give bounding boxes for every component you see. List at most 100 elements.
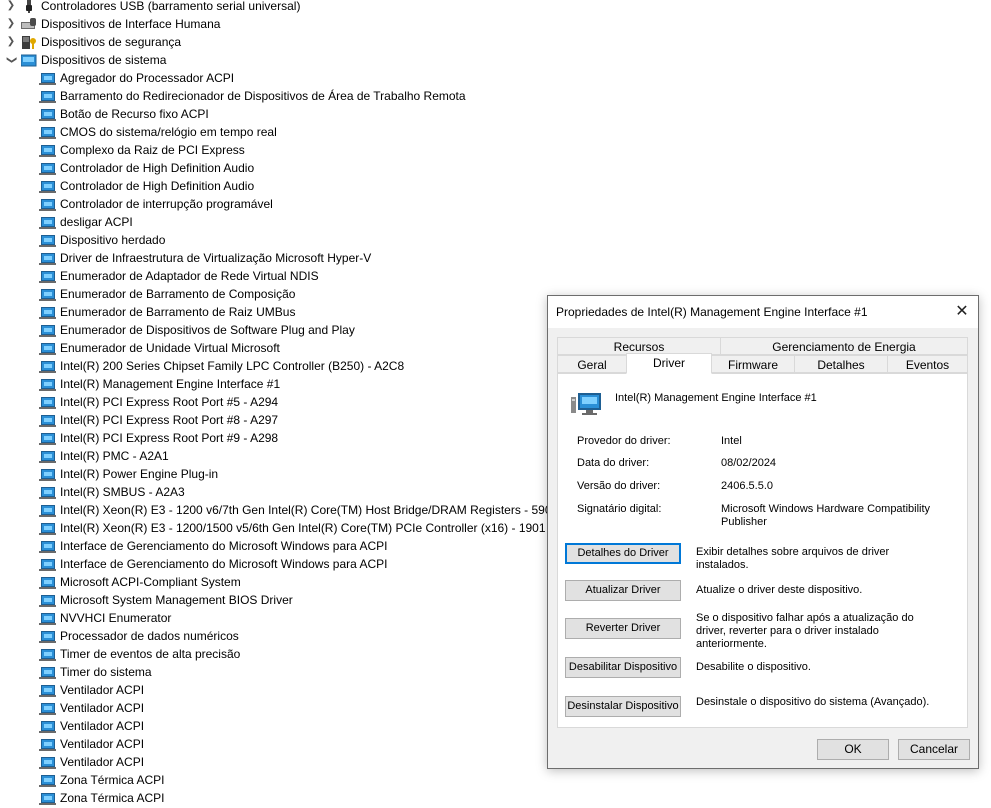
tree-category-label: Dispositivos de Interface Humana — [41, 17, 221, 31]
update-driver-button[interactable]: Atualizar Driver — [565, 580, 681, 601]
device-label: Ventilador ACPI — [60, 755, 145, 769]
disable-device-desc: Desabilite o dispositivo. — [696, 661, 811, 673]
system-device-icon — [39, 72, 56, 85]
system-device-icon — [39, 738, 56, 751]
system-device-icon — [39, 342, 56, 355]
device-label: Intel(R) PMC - A2A1 — [60, 449, 169, 463]
system-device-icon — [39, 450, 56, 463]
tree-category-label: Controladores USB (barramento serial uni… — [41, 0, 301, 13]
system-device-icon — [39, 198, 56, 211]
system-device-icon — [39, 306, 56, 319]
device-label: Intel(R) Xeon(R) E3 - 1200 v6/7th Gen In… — [60, 503, 559, 517]
dialog-titlebar[interactable]: Propriedades de Intel(R) Management Engi… — [548, 296, 978, 328]
system-device-icon — [39, 522, 56, 535]
tree-category-label: Dispositivos de segurança — [41, 35, 182, 49]
device-list-item[interactable]: Zona Térmica ACPI — [0, 789, 991, 807]
rollback-driver-desc: Se o dispositivo falhar após a atualizaç… — [696, 612, 914, 650]
system-device-icon — [39, 90, 56, 103]
system-device-icon — [39, 414, 56, 427]
device-list-item[interactable]: Enumerador de Adaptador de Rede Virtual … — [0, 267, 991, 285]
system-device-icon — [39, 270, 56, 283]
device-list-item[interactable]: desligar ACPI — [0, 213, 991, 231]
device-list-item[interactable]: Controlador de High Definition Audio — [0, 177, 991, 195]
chevron-down-icon[interactable]: ❯ — [2, 55, 20, 65]
provider-label: Provedor do driver: — [577, 435, 671, 447]
device-list-item[interactable]: Driver de Infraestrutura de Virtualizaçã… — [0, 249, 991, 267]
device-label: Timer do sistema — [60, 665, 152, 679]
tree-category-hid[interactable]: ❯ Dispositivos de Interface Humana — [0, 15, 991, 33]
tree-category-usb[interactable]: ❯ Controladores USB (barramento serial u… — [0, 0, 991, 15]
device-label: Intel(R) PCI Express Root Port #5 - A294 — [60, 395, 279, 409]
chevron-right-icon[interactable]: ❯ — [6, 33, 16, 51]
device-list-item[interactable]: Controlador de interrupção programável — [0, 195, 991, 213]
tab-driver[interactable]: Driver — [626, 353, 712, 374]
chevron-right-icon[interactable]: ❯ — [6, 15, 16, 33]
system-device-icon — [39, 792, 56, 805]
version-label: Versão do driver: — [577, 480, 661, 492]
system-device-icon — [39, 684, 56, 697]
device-list-item[interactable]: Complexo da Raiz de PCI Express — [0, 141, 991, 159]
driver-details-desc: Exibir detalhes sobre arquivos de driver… — [696, 546, 890, 571]
system-device-icon — [39, 162, 56, 175]
device-label: Barramento do Redirecionador de Disposit… — [60, 89, 466, 103]
device-label: Dispositivo herdado — [60, 233, 166, 247]
system-device-icon — [39, 324, 56, 337]
tab-firmware[interactable]: Firmware — [711, 355, 795, 373]
device-label: Agregador do Processador ACPI — [60, 71, 235, 85]
device-list-item[interactable]: Controlador de High Definition Audio — [0, 159, 991, 177]
system-device-icon — [39, 612, 56, 625]
uninstall-device-button[interactable]: Desinstalar Dispositivo — [565, 696, 681, 717]
ok-button[interactable]: OK — [817, 739, 889, 760]
device-label: Enumerador de Barramento de Composição — [60, 287, 296, 301]
device-label: Ventilador ACPI — [60, 737, 145, 751]
device-list-item[interactable]: Zona Térmica ACPI — [0, 771, 991, 789]
device-list-item[interactable]: Dispositivo herdado — [0, 231, 991, 249]
system-device-icon — [39, 594, 56, 607]
cancel-button[interactable]: Cancelar — [898, 739, 970, 760]
device-list-item[interactable]: Barramento do Redirecionador de Disposit… — [0, 87, 991, 105]
device-label: Processador de dados numéricos — [60, 629, 239, 643]
device-label: Controlador de High Definition Audio — [60, 179, 255, 193]
system-device-icon — [39, 144, 56, 157]
tree-category-system[interactable]: ❯ Dispositivos de sistema — [0, 51, 991, 69]
tab-eventos[interactable]: Eventos — [887, 355, 968, 373]
tab-gerenciamento-energia[interactable]: Gerenciamento de Energia — [720, 337, 968, 355]
device-label: Controlador de High Definition Audio — [60, 161, 255, 175]
system-device-icon — [39, 180, 56, 193]
uninstall-device-desc: Desinstale o dispositivo do sistema (Ava… — [696, 696, 930, 708]
device-label: Botão de Recurso fixo ACPI — [60, 107, 209, 121]
chevron-right-icon[interactable]: ❯ — [6, 0, 16, 15]
date-value: 08/02/2024 — [721, 457, 777, 469]
signer-label: Signatário digital: — [577, 503, 662, 515]
tree-category-security[interactable]: ❯ Dispositivos de segurança — [0, 33, 991, 51]
device-label: Driver de Infraestrutura de Virtualizaçã… — [60, 251, 372, 265]
driver-details-button[interactable]: Detalhes do Driver — [565, 543, 681, 564]
device-label: Microsoft System Management BIOS Driver — [60, 593, 293, 607]
device-list-item[interactable]: Agregador do Processador ACPI — [0, 69, 991, 87]
device-label: Interface de Gerenciamento do Microsoft … — [60, 539, 388, 553]
system-device-icon — [39, 666, 56, 679]
tab-detalhes[interactable]: Detalhes — [794, 355, 888, 373]
disable-device-button[interactable]: Desabilitar Dispositivo — [565, 657, 681, 678]
system-device-icon — [39, 108, 56, 121]
device-label: Enumerador de Unidade Virtual Microsoft — [60, 341, 280, 355]
device-label: Zona Térmica ACPI — [60, 791, 165, 805]
device-label: NVVHCI Enumerator — [60, 611, 172, 625]
device-list-item[interactable]: Botão de Recurso fixo ACPI — [0, 105, 991, 123]
version-value: 2406.5.5.0 — [721, 480, 773, 492]
tab-geral[interactable]: Geral — [557, 355, 627, 373]
device-label: Intel(R) Power Engine Plug-in — [60, 467, 219, 481]
device-list-item[interactable]: CMOS do sistema/relógio em tempo real — [0, 123, 991, 141]
device-label: Interface de Gerenciamento do Microsoft … — [60, 557, 388, 571]
hid-icon — [21, 18, 37, 31]
device-label: Intel(R) Management Engine Interface #1 — [60, 377, 281, 391]
system-device-icon — [39, 396, 56, 409]
device-name: Intel(R) Management Engine Interface #1 — [615, 392, 817, 404]
close-icon[interactable]: ✕ — [946, 296, 978, 328]
device-label: desligar ACPI — [60, 215, 133, 229]
system-device-icon — [39, 702, 56, 715]
rollback-driver-button[interactable]: Reverter Driver — [565, 618, 681, 639]
device-label: Zona Térmica ACPI — [60, 773, 165, 787]
system-device-icon — [39, 234, 56, 247]
device-label: Timer de eventos de alta precisão — [60, 647, 241, 661]
